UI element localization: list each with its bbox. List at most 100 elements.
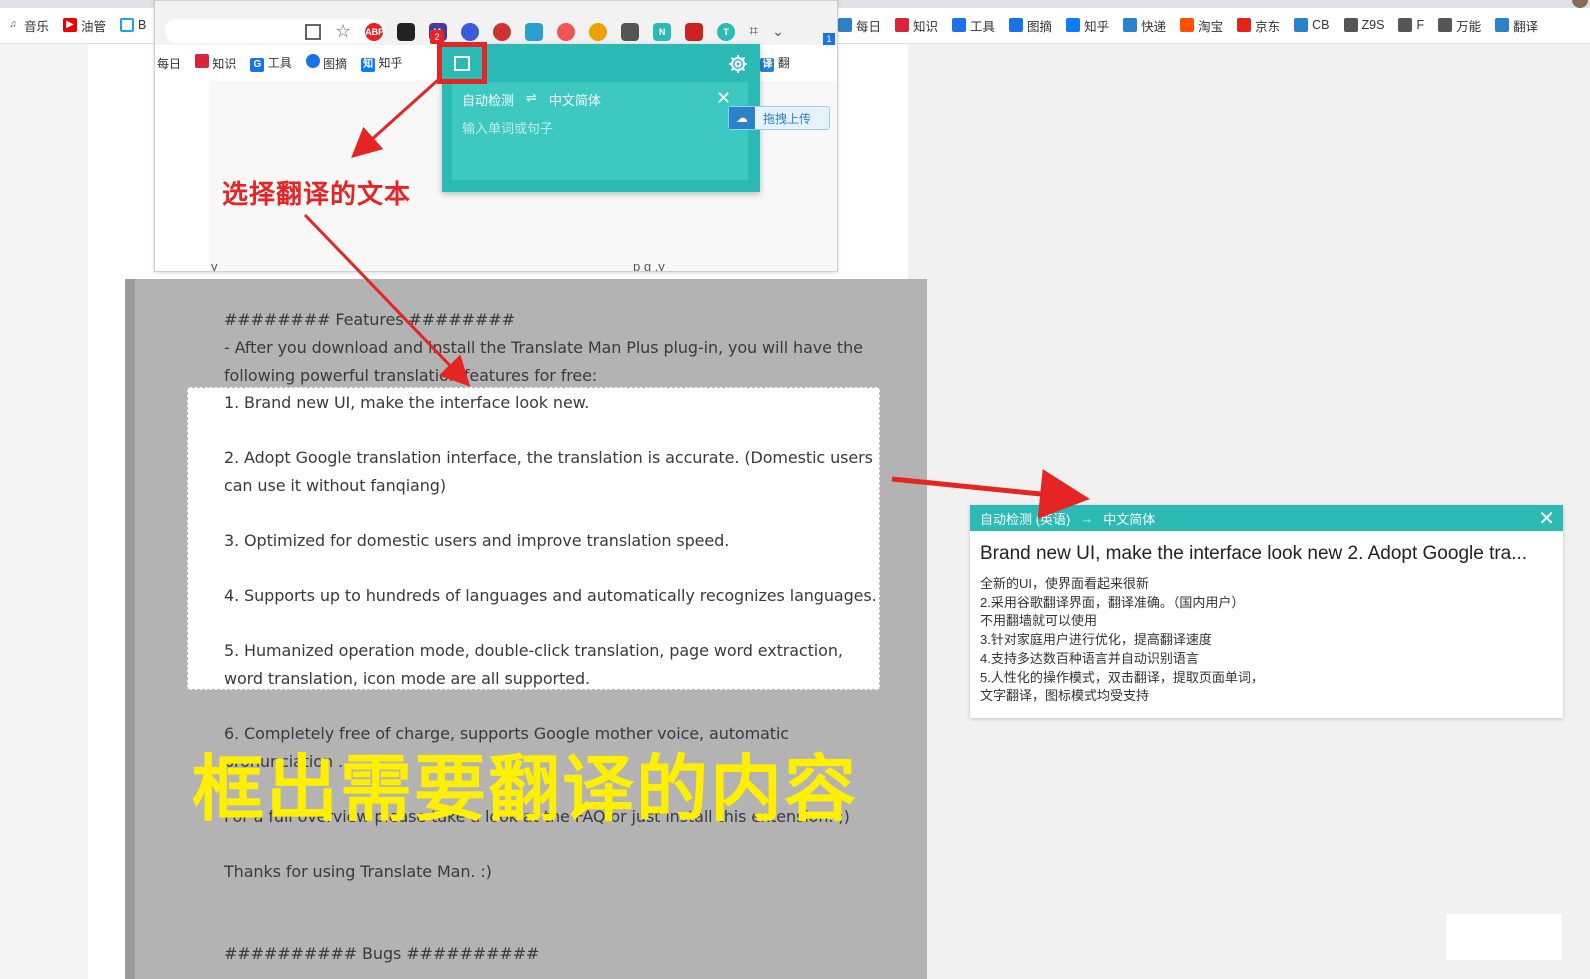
baidu-cloud-icon: ☁ bbox=[729, 107, 755, 129]
gear-icon[interactable] bbox=[728, 54, 748, 74]
tools-icon: G bbox=[250, 58, 265, 72]
image-search-icon bbox=[305, 54, 320, 68]
inset-address-bar-area: ☆ ABP IA N T ⌗ ⌄ 1 bbox=[155, 1, 837, 45]
inset-left-strip bbox=[155, 81, 209, 271]
translation-line: 5.人性化的操作模式，双击翻译，提取页面单词， bbox=[980, 669, 1264, 685]
doc-line: can use it without fanqiang) bbox=[224, 476, 446, 495]
doc-line: word translation, icon mode are all supp… bbox=[224, 669, 590, 688]
bookmark-label: 每日 bbox=[856, 19, 882, 34]
knowledge-icon bbox=[195, 54, 210, 68]
extension-red-icon[interactable] bbox=[557, 22, 576, 41]
close-icon[interactable]: ✕ bbox=[1538, 506, 1555, 531]
bookmark-z9s[interactable]: Z9S bbox=[1343, 18, 1385, 32]
arrow-right-icon: → bbox=[1080, 510, 1094, 526]
swap-icon[interactable]: ⇌ bbox=[526, 90, 537, 109]
bookmark-label: 万能 bbox=[1456, 19, 1482, 34]
bookmark-f[interactable]: F bbox=[1398, 18, 1424, 32]
bookmark-label: F bbox=[1416, 18, 1425, 32]
megaphone-icon[interactable] bbox=[685, 22, 704, 41]
tools-icon bbox=[952, 18, 967, 32]
qr-icon[interactable] bbox=[305, 23, 321, 40]
extension-gray-icon[interactable] bbox=[621, 22, 640, 41]
upload-button[interactable]: ☁ 拖拽上传 bbox=[728, 106, 830, 130]
bookmark-label: 音乐 bbox=[24, 19, 50, 34]
bookmark-music[interactable]: ♫ 音乐 bbox=[6, 16, 49, 35]
page-left-margin bbox=[0, 44, 88, 979]
inset-bookmark[interactable]: 图摘 bbox=[305, 54, 348, 72]
extension-n-icon[interactable]: N bbox=[653, 22, 672, 41]
result-header: 自动检测 (英语) → 中文简体 bbox=[970, 505, 1563, 531]
bugs-header: ########## Bugs ########## bbox=[224, 944, 540, 963]
z9s-icon bbox=[1343, 18, 1358, 32]
bookmark-label: Z9S bbox=[1361, 18, 1385, 32]
extension-teal-icon[interactable] bbox=[525, 22, 544, 41]
crop-icon[interactable]: ⌗ bbox=[749, 23, 758, 41]
doc-line: Thanks for using Translate Man. :) bbox=[224, 862, 492, 881]
bookmark-label: 油管 bbox=[81, 19, 107, 34]
jd-icon bbox=[1237, 18, 1252, 32]
inset-bookmark[interactable]: G 工具 bbox=[250, 54, 292, 72]
bookmark-universal[interactable]: 万能 bbox=[1438, 16, 1481, 35]
music-icon: ♫ bbox=[9, 19, 17, 30]
doc-line: 3. Optimized for domestic users and impr… bbox=[224, 531, 730, 550]
doc-line: following powerful translation features … bbox=[224, 366, 598, 385]
doc-line: 1. Brand new UI, make the interface look… bbox=[224, 393, 590, 412]
bookmark-image-search[interactable]: 图摘 bbox=[1009, 16, 1052, 35]
inset-bookmark[interactable]: 知 知乎 bbox=[361, 54, 402, 72]
bookmark-label: 工具 bbox=[970, 19, 996, 34]
bookmark-youtube[interactable]: ▶ 油管 bbox=[63, 16, 106, 35]
bookmark-tools[interactable]: 工具 bbox=[952, 16, 995, 35]
adblock-icon[interactable]: ABP bbox=[365, 22, 384, 41]
bookmark-label: B bbox=[138, 18, 147, 32]
inset-bookmark[interactable]: 每日 bbox=[157, 55, 181, 72]
extension-black-icon[interactable] bbox=[397, 22, 416, 41]
upload-label: 拖拽上传 bbox=[763, 111, 812, 126]
translate-icon: 译 bbox=[760, 58, 775, 72]
knowledge-icon bbox=[895, 18, 910, 32]
bookmark-knowledge[interactable]: 知识 bbox=[895, 16, 938, 35]
bilibili-icon bbox=[120, 18, 135, 32]
annotation-select-text: 选择翻译的文本 bbox=[222, 180, 412, 210]
bookmark-jd[interactable]: 京东 bbox=[1237, 16, 1280, 35]
translation-line: 文字翻译，图标模式均受支持 bbox=[980, 688, 1150, 704]
popup-source-lang[interactable]: 自动检测 bbox=[462, 90, 514, 109]
popup-input-placeholder[interactable]: 输入单词或句子 bbox=[462, 118, 553, 137]
bookmark-label: 图摘 bbox=[1027, 19, 1053, 34]
extension-badge: 1 bbox=[823, 33, 835, 45]
taobao-icon bbox=[1180, 18, 1195, 32]
star-icon[interactable]: ☆ bbox=[335, 21, 351, 42]
f-icon bbox=[1398, 18, 1413, 32]
translation-line: 不用翻墙就可以使用 bbox=[980, 613, 1098, 629]
bookmark-express[interactable]: 快递 bbox=[1123, 16, 1166, 35]
inset-bookmark[interactable]: 知识 bbox=[195, 54, 236, 72]
result-source-lang[interactable]: 自动检测 (英语) bbox=[980, 509, 1070, 528]
bookmark-zhihu[interactable]: 知乎 bbox=[1066, 16, 1109, 35]
bookmark-cb[interactable]: CB bbox=[1294, 18, 1330, 32]
bookmark-label: CB bbox=[1312, 18, 1330, 32]
inset-bookmark[interactable]: 译 翻 bbox=[760, 54, 790, 72]
overlay-scroll-strip bbox=[125, 279, 135, 979]
popup-language-row: 自动检测 ⇌ 中文简体 bbox=[462, 90, 601, 109]
youtube-icon: ▶ bbox=[63, 18, 78, 32]
eye-icon[interactable] bbox=[493, 22, 512, 41]
express-icon bbox=[1123, 18, 1138, 32]
doc-line: 5. Humanized operation mode, double-clic… bbox=[224, 641, 843, 660]
bookmark-translate[interactable]: 翻译 bbox=[1495, 16, 1538, 35]
extension-orange-icon[interactable] bbox=[589, 22, 608, 41]
screenshot-select-button[interactable] bbox=[437, 42, 487, 84]
bookmark-taobao[interactable]: 淘宝 bbox=[1180, 16, 1223, 35]
bookmark-label: 图摘 bbox=[323, 57, 348, 71]
chevron-down-icon[interactable]: ⌄ bbox=[772, 23, 784, 40]
bookmark-label: 翻译 bbox=[1513, 19, 1539, 34]
popup-target-lang[interactable]: 中文简体 bbox=[549, 90, 601, 109]
bookmark-label: 知识 bbox=[913, 19, 939, 34]
bookmark-bilibili[interactable]: B bbox=[120, 18, 146, 32]
bookmark-daily[interactable]: 每日 bbox=[838, 16, 881, 35]
translation-result-panel: 自动检测 (英语) → 中文简体 ✕ Brand new UI, make th… bbox=[970, 505, 1563, 718]
translate-man-icon[interactable]: T bbox=[717, 22, 736, 41]
doc-line: - After you download and install the Tra… bbox=[224, 338, 863, 357]
translation-line: 4.支持多达数百种语言并自动识别语言 bbox=[980, 650, 1199, 666]
bookmarks-bar-left: ♫ 音乐 ▶ 油管 B bbox=[6, 14, 146, 36]
extension-blue-icon[interactable] bbox=[461, 22, 480, 41]
result-target-lang[interactable]: 中文简体 bbox=[1103, 509, 1155, 528]
